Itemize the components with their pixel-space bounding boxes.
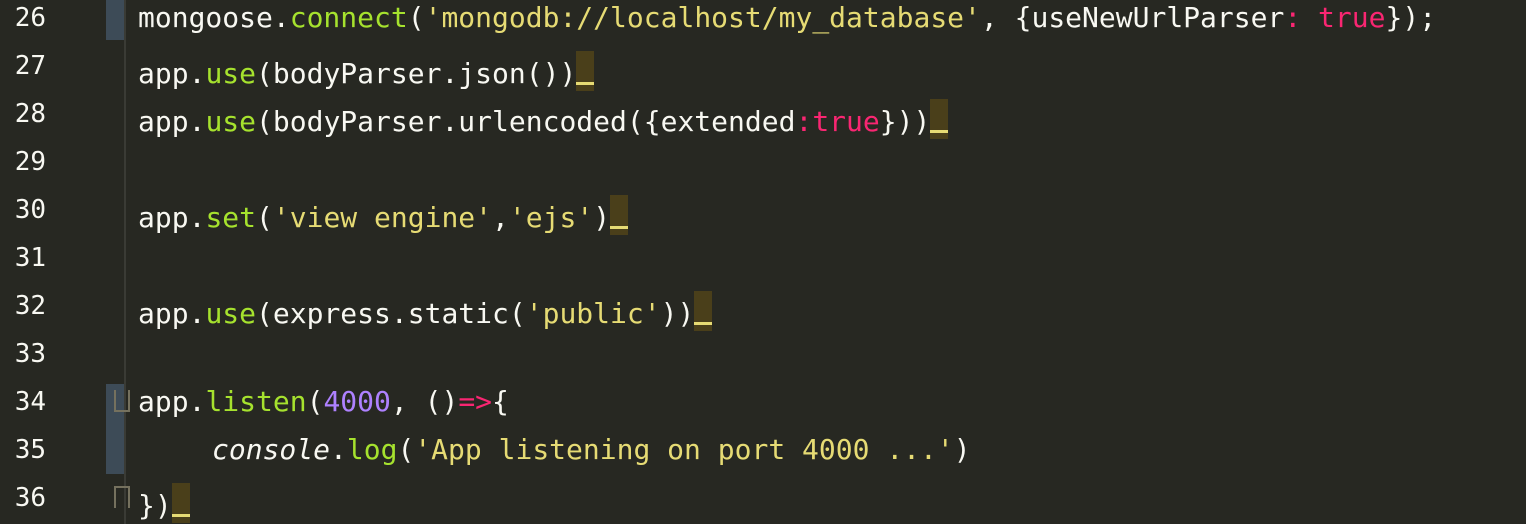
line-number: 29	[14, 147, 46, 177]
code-token: .	[330, 433, 347, 466]
line-number: 34	[14, 387, 46, 417]
line-number: 35	[14, 435, 46, 465]
code-token: {	[492, 385, 509, 418]
code-line[interactable]: 31	[0, 234, 1526, 282]
code-text[interactable]: app.listen(4000, ()=>{	[138, 387, 509, 417]
code-token: =>	[458, 385, 493, 418]
code-token: app.	[138, 57, 206, 90]
missing-semicolon-marker	[610, 195, 629, 235]
code-token: mongoose.	[138, 1, 290, 34]
code-text[interactable]: })	[138, 483, 190, 523]
code-text[interactable]: mongoose.connect('mongodb://localhost/my…	[138, 3, 1436, 33]
code-line[interactable]: 29	[0, 138, 1526, 186]
code-line[interactable]: 34 app.listen(4000, ()=>{	[0, 378, 1526, 426]
code-token: 'App listening on port 4000 ...'	[414, 433, 954, 466]
code-text[interactable]: app.use(bodyParser.urlencoded({extended:…	[138, 99, 949, 139]
code-token: use	[205, 297, 257, 330]
missing-semicolon-marker	[171, 483, 190, 523]
code-token: log	[346, 433, 398, 466]
code-line[interactable]: 30 app.set('view engine','ejs')	[0, 186, 1526, 235]
code-line[interactable]: 27 app.use(bodyParser.json())	[0, 42, 1526, 91]
code-text[interactable]: app.set('view engine','ejs')	[138, 195, 629, 235]
code-line[interactable]: 32 app.use(express.static('public'))	[0, 282, 1526, 331]
fold-close-icon[interactable]	[114, 486, 130, 508]
code-token: :	[1284, 1, 1319, 34]
code-token: (express.static(	[256, 297, 526, 330]
code-line[interactable]: 26 mongoose.connect('mongodb://localhost/…	[0, 0, 1526, 42]
code-token: connect	[289, 1, 408, 34]
line-number: 31	[14, 243, 46, 273]
line-number: 30	[14, 195, 46, 225]
line-number: 28	[14, 99, 46, 129]
code-token: true	[1318, 1, 1386, 34]
missing-semicolon-marker	[694, 291, 713, 331]
code-token: (bodyParser.urlencoded({extended	[256, 105, 796, 138]
code-token: console	[212, 433, 331, 466]
code-token: });	[1385, 1, 1437, 34]
code-token: app.	[138, 105, 206, 138]
code-token: }))	[879, 105, 931, 138]
code-token: use	[205, 57, 257, 90]
code-token: (bodyParser.json())	[256, 57, 577, 90]
line-number: 26	[14, 3, 46, 33]
code-token: )	[953, 433, 971, 466]
code-token: :	[795, 105, 813, 138]
code-text[interactable]: console.log('App listening on port 4000 …	[212, 435, 971, 465]
code-token: app.	[138, 385, 206, 418]
code-token: 'public'	[525, 297, 661, 330]
code-token: (	[397, 433, 415, 466]
code-token: 'ejs'	[508, 201, 594, 234]
code-token: 'mongodb://localhost/my_database'	[424, 1, 981, 34]
code-token: listen	[205, 385, 307, 418]
line-number: 32	[14, 291, 46, 321]
code-token: , {useNewUrlParser	[980, 1, 1285, 34]
code-text[interactable]: app.use(bodyParser.json())	[138, 51, 595, 91]
code-line[interactable]: 28 app.use(bodyParser.urlencoded({extende…	[0, 90, 1526, 139]
line-number: 36	[14, 483, 46, 513]
code-text[interactable]: app.use(express.static('public'))	[138, 291, 713, 331]
fold-open-icon[interactable]	[114, 390, 130, 412]
code-token: (	[306, 385, 324, 418]
code-token: })	[138, 489, 172, 522]
code-token: app.	[138, 297, 206, 330]
missing-semicolon-marker	[930, 99, 949, 139]
code-token: set	[205, 201, 257, 234]
line-number: 33	[14, 339, 46, 369]
code-token: (	[256, 201, 273, 234]
code-token: use	[205, 105, 257, 138]
code-token: ))	[660, 297, 695, 330]
code-line[interactable]: 35 console.log('App listening on port 400…	[0, 426, 1526, 474]
code-token: (	[407, 1, 425, 34]
code-token: app.	[138, 201, 206, 234]
code-token: true	[812, 105, 880, 138]
code-token: , ()	[390, 385, 459, 418]
code-token: 'view engine'	[272, 201, 493, 234]
code-token: 4000	[323, 385, 391, 418]
code-editor[interactable]: 26 mongoose.connect('mongodb://localhost/…	[0, 0, 1526, 524]
code-token: )	[593, 201, 611, 234]
code-line[interactable]: 33	[0, 330, 1526, 378]
missing-semicolon-marker	[576, 51, 595, 91]
code-token: ,	[492, 201, 509, 234]
code-line[interactable]: 36})	[0, 474, 1526, 523]
line-number: 27	[14, 51, 46, 81]
